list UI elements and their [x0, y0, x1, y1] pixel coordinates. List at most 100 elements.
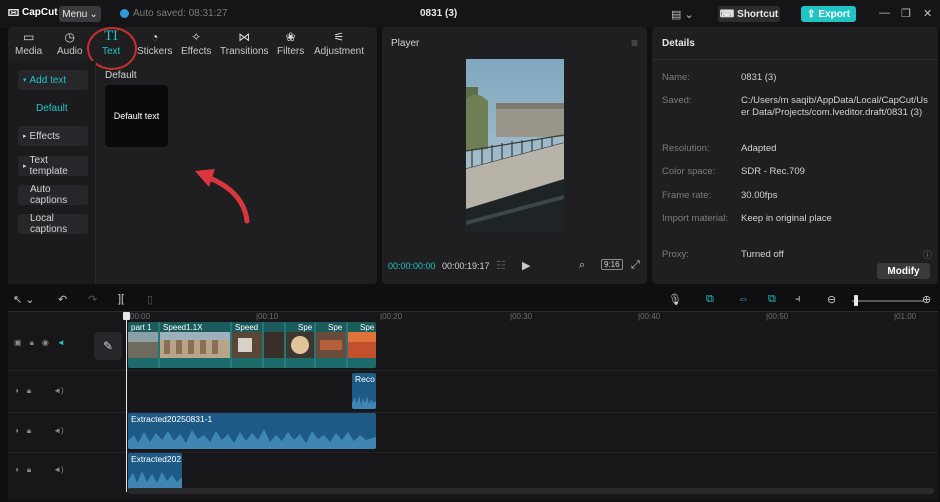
close-icon[interactable]: ✕ [923, 7, 932, 20]
tab-label: Filters [277, 46, 305, 57]
sidebar-item-default[interactable]: Default [18, 98, 88, 118]
tab-label: Audio [57, 46, 83, 57]
main-track-magnet-icon[interactable]: ⧉ [706, 293, 714, 306]
clip-label: Spe [360, 323, 375, 332]
lock-icon[interactable]: 🔒︎ [27, 386, 31, 396]
preview-axis-icon[interactable]: ⫞ [795, 293, 801, 306]
tab-adjustment[interactable]: ⚟ Adjustment [314, 30, 364, 57]
zoom-slider-handle[interactable] [854, 295, 858, 306]
track-icon[interactable]: ◑ [14, 386, 19, 396]
sidebar-item-effects[interactable]: ▸ Effects [18, 126, 88, 146]
redo-icon[interactable]: ↷ [88, 293, 97, 306]
play-icon[interactable]: ▶ [522, 259, 530, 272]
tab-filters[interactable]: ❀ Filters [277, 30, 304, 57]
chevron-down-icon: ⌄ [89, 8, 98, 20]
keyboard-icon: ⌨ [719, 8, 735, 20]
tab-label: Transitions [220, 46, 269, 57]
track-icon[interactable]: ◑ [14, 465, 19, 475]
recording-clip[interactable]: Reco [352, 373, 376, 409]
track-cover-icon[interactable]: ▣ [14, 338, 22, 348]
sidebar-item-local-captions[interactable]: Local captions [18, 213, 88, 235]
player-panel: Player ≡ 00:00:00:00 00:00:19:17 ☷ ▶ ⌕ 9… [382, 27, 647, 284]
modify-button[interactable]: Modify [877, 263, 930, 279]
detail-label: Name: [662, 72, 690, 83]
fit-frame-icon[interactable]: ⌕ [579, 259, 585, 272]
tab-effects[interactable]: ✧ Effects [181, 30, 211, 57]
menu-icon[interactable]: ≡ [631, 36, 638, 50]
sidebar-item-text-template[interactable]: ▸ Text template [18, 155, 88, 177]
audio-clip[interactable]: Extracted20250831-1 [128, 413, 376, 449]
capcut-logo-icon [8, 9, 19, 16]
tab-label: Stickers [137, 46, 173, 57]
ruler-label: |01:00 [894, 312, 917, 321]
maximize-icon[interactable]: ❐ [901, 7, 911, 20]
detail-label: Frame rate: [662, 190, 712, 201]
caret-down-icon: ▾ [23, 77, 27, 84]
window-title: 0831 (3) [420, 8, 458, 19]
logo-text: CapCut [22, 7, 58, 18]
video-preview[interactable] [466, 59, 564, 233]
cover-edit-button[interactable]: ✎ [94, 332, 122, 360]
minimize-icon[interactable]: — [879, 7, 890, 19]
ruler-label: |00:20 [380, 312, 403, 321]
playhead[interactable] [126, 312, 127, 492]
card-label: Default text [113, 111, 160, 121]
zoom-slider-track[interactable] [852, 300, 924, 302]
export-button[interactable]: ⇪ Export [801, 6, 856, 22]
volume-icon[interactable]: ◄) [53, 465, 64, 475]
tab-media[interactable]: ▭ Media [15, 30, 42, 57]
zoom-in-icon[interactable]: ⊕ [922, 293, 931, 306]
fullscreen-icon[interactable]: ⤢ [631, 259, 640, 272]
lock-icon[interactable]: 🔒︎ [27, 426, 31, 436]
playhead-handle[interactable] [123, 312, 130, 320]
microphone-icon[interactable]: 🎙 [668, 293, 682, 306]
clip-label: Speed1.1X [163, 323, 203, 332]
video-clip-group[interactable]: part 1 Speed1.1X Speed Spe Spe Spe [128, 322, 376, 368]
text-content-area: Default Default text [97, 61, 377, 284]
clip-label: Spe [328, 323, 343, 332]
current-time: 00:00:00:00 [388, 261, 436, 271]
track-icon[interactable]: ◑ [14, 426, 19, 436]
linkage-icon[interactable]: ⧉ [768, 293, 776, 306]
ruler-label: |00:40 [638, 312, 661, 321]
clip-label: Extracted20250831-1 [131, 414, 213, 424]
export-icon: ⇪ [806, 8, 816, 20]
delete-icon[interactable]: ▯ [147, 293, 153, 306]
capcut-logo: CapCut [8, 7, 58, 18]
shortcut-button[interactable]: ⌨ Shortcut [718, 6, 780, 22]
caret-right-icon: ▸ [23, 133, 27, 140]
stickers-icon: ◔ [151, 30, 159, 44]
layout-icon[interactable]: ▤ ⌄ [671, 8, 694, 21]
eye-icon[interactable]: ◉ [42, 338, 49, 348]
volume-icon[interactable]: ◄) [53, 426, 64, 436]
undo-icon[interactable]: ↶ [58, 293, 67, 306]
audio-clip[interactable]: Extracted202 [128, 453, 182, 489]
default-text-card[interactable]: Default text [105, 85, 168, 147]
menu-button[interactable]: Menu ⌄ [59, 6, 101, 22]
detail-value: SDR - Rec.709 [741, 166, 805, 177]
tab-stickers[interactable]: ◔ Stickers [137, 30, 173, 57]
zoom-out-icon[interactable]: ⊖ [827, 293, 836, 306]
info-icon[interactable]: ⓘ [923, 248, 932, 261]
media-panel: ▭ Media ◷ Audio TI Text ◔ Stickers ✧ Eff… [8, 27, 377, 284]
timeline-scrollbar[interactable] [128, 488, 934, 494]
mute-icon[interactable]: ◄ [57, 338, 65, 348]
lock-icon[interactable]: 🔒︎ [30, 338, 34, 348]
lock-icon[interactable]: 🔒︎ [27, 465, 31, 475]
divider [652, 59, 938, 60]
sidebar-item-auto-captions[interactable]: Auto captions [18, 184, 88, 206]
sidebar-item-label: Local captions [30, 213, 68, 235]
sidebar-item-add-text[interactable]: ▾ Add text [18, 70, 88, 90]
select-cursor-icon[interactable]: ↖ ⌄ [13, 293, 35, 306]
adjustment-icon: ⚟ [333, 30, 345, 44]
split-icon[interactable]: ][ [118, 293, 124, 305]
aspect-ratio-button[interactable]: 9:16 [601, 259, 623, 270]
detail-value: C:/Users/m saqib/AppData/Local/CapCut/Us… [741, 95, 928, 118]
ruler-label: 00:00 [130, 312, 151, 321]
pencil-icon: ✎ [102, 339, 114, 353]
timeline-grid-icon[interactable]: ☷ [496, 259, 506, 272]
tab-audio[interactable]: ◷ Audio [57, 30, 83, 57]
tab-transitions[interactable]: ⋈ Transitions [220, 30, 269, 57]
volume-icon[interactable]: ◄) [53, 386, 64, 396]
auto-snap-icon[interactable]: ⇔ [738, 293, 749, 305]
